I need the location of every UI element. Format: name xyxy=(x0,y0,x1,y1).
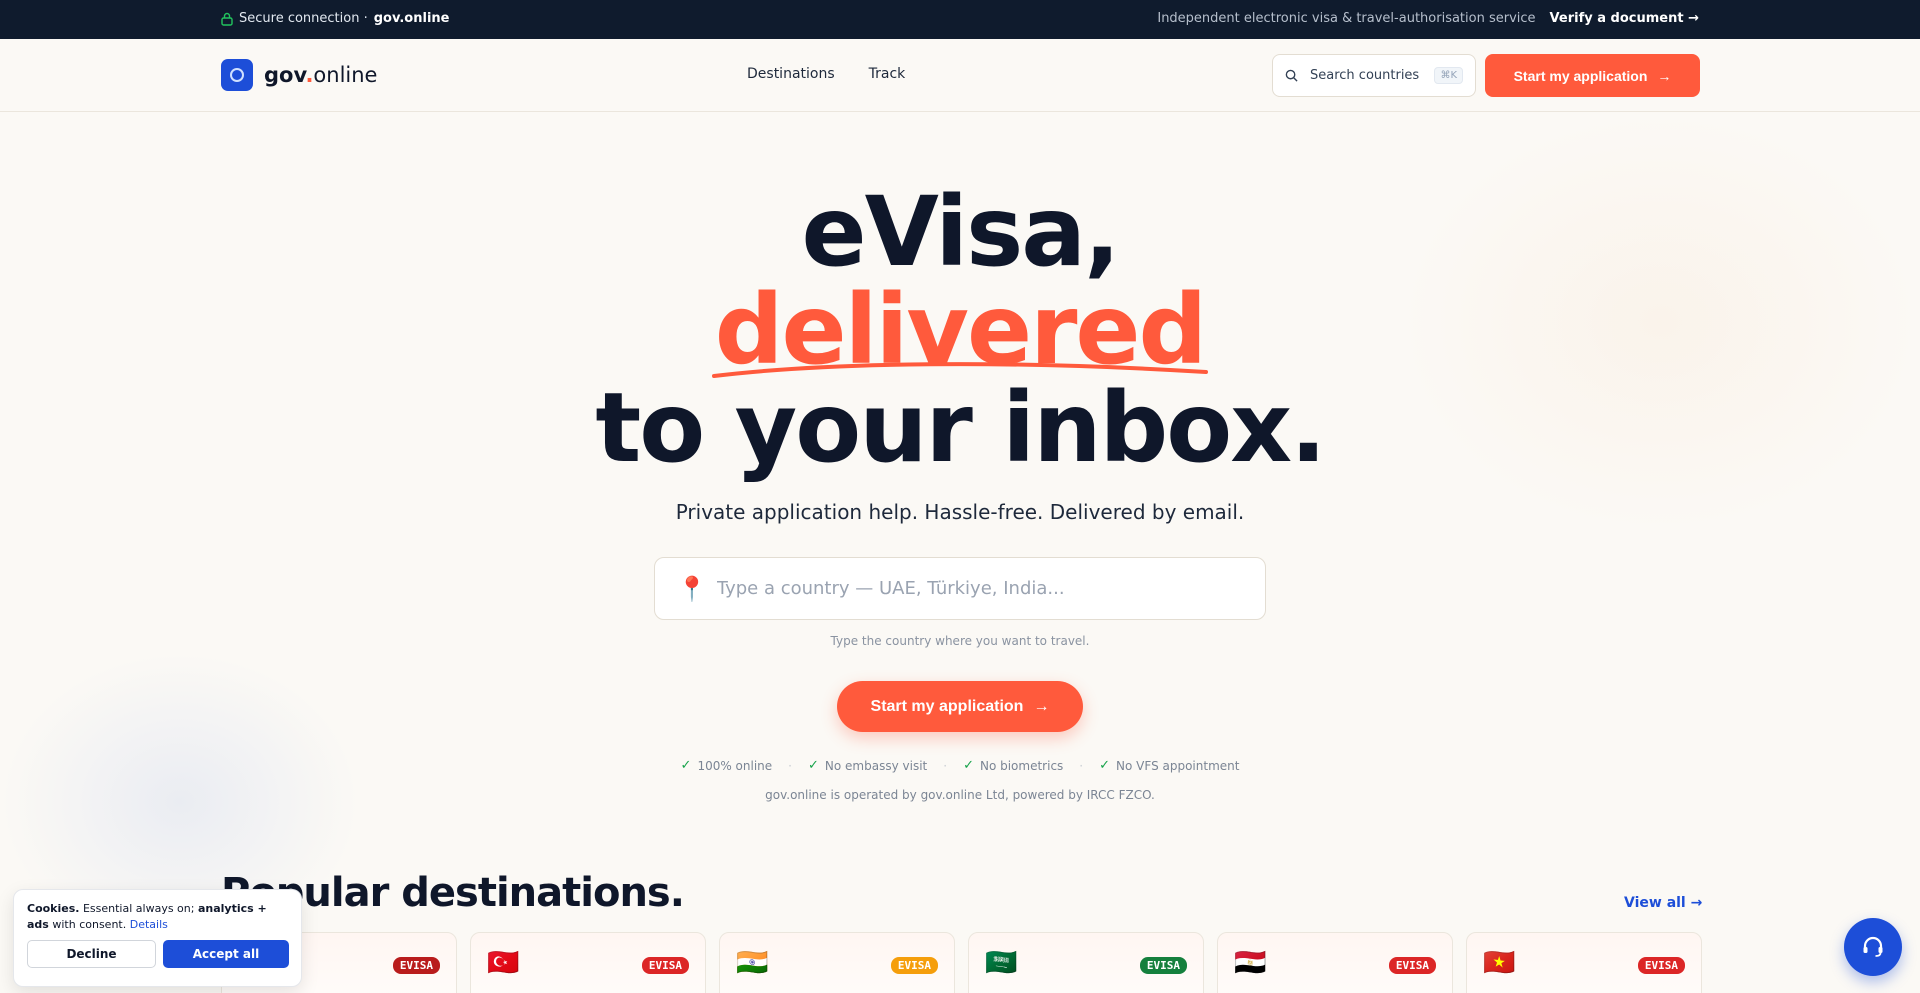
search-countries-button[interactable]: Search countries ⌘K xyxy=(1272,54,1476,97)
check-icon: ✓ xyxy=(963,758,974,773)
cookie-text: Cookies. Essential always on; analytics … xyxy=(27,902,267,931)
start-application-button-hero[interactable]: Start my application → xyxy=(837,681,1083,732)
arrow-right-icon: → xyxy=(1688,11,1699,26)
hero-headline-line1: eVisa, xyxy=(801,176,1120,288)
flag-icon: 🇪🇬 xyxy=(1234,948,1267,978)
search-label: Search countries xyxy=(1310,68,1420,83)
support-chat-button[interactable] xyxy=(1844,918,1902,976)
check-icon: ✓ xyxy=(680,758,692,773)
flag-icon: 🇮🇳 xyxy=(736,948,769,978)
evisa-badge: EVISA xyxy=(392,957,440,974)
benefit-item: ✓ 100% online xyxy=(680,758,773,773)
logo-mark-icon xyxy=(221,59,253,91)
destination-card[interactable]: 🇮🇳 EVISA xyxy=(719,932,955,993)
logo-wordmark: gov.online xyxy=(264,63,378,87)
headset-icon xyxy=(1863,936,1883,957)
evisa-badge: EVISA xyxy=(890,957,938,974)
cta-label: Start my application xyxy=(870,697,1024,715)
cookie-banner: Cookies. Essential always on; analytics … xyxy=(13,889,302,987)
verify-document-link[interactable]: Verify a document → xyxy=(1550,11,1699,26)
cta-label: Start my application xyxy=(1513,67,1648,84)
accept-cookies-button[interactable]: Accept all xyxy=(163,940,289,968)
hero-headline-line3: to your inbox. xyxy=(595,372,1326,484)
site-header: gov.online Destinations Track Search cou… xyxy=(0,39,1920,112)
verify-label: Verify a document xyxy=(1549,11,1684,26)
destination-cards: EVISA 🇹🇷 EVISA 🇮🇳 EVISA 🇸🇦 EVISA 🇪🇬 EVISA 🇻🇳… xyxy=(221,932,1702,993)
map-pin-icon: 📍 xyxy=(677,574,707,603)
evisa-badge: EVISA xyxy=(1139,957,1187,974)
country-search-box: 📍 xyxy=(654,557,1266,620)
hero-subtitle: Private application help. Hassle-free. D… xyxy=(675,500,1245,524)
search-icon xyxy=(1285,69,1298,82)
destination-card[interactable]: 🇹🇷 EVISA xyxy=(470,932,706,993)
flag-icon: 🇻🇳 xyxy=(1483,948,1516,978)
decline-cookies-button[interactable]: Decline xyxy=(27,940,156,968)
destination-card[interactable]: 🇪🇬 EVISA xyxy=(1217,932,1453,993)
secure-domain: gov.online xyxy=(373,11,450,26)
benefit-item: ✓ No VFS appointment xyxy=(1099,758,1240,773)
top-strip-right: Independent electronic visa & travel-aut… xyxy=(1157,11,1699,26)
cookie-details-link[interactable]: Details xyxy=(130,918,168,931)
arrow-right-icon: → xyxy=(1657,67,1672,84)
flag-icon: 🇸🇦 xyxy=(985,948,1018,978)
operator-note: gov.online is operated by gov.online Ltd… xyxy=(765,788,1155,802)
benefit-item: ✓ No biometrics xyxy=(963,758,1064,773)
main-nav: Destinations Track xyxy=(747,66,905,82)
country-search-input[interactable] xyxy=(716,578,1243,599)
check-icon: ✓ xyxy=(1099,758,1111,773)
destination-card[interactable]: 🇻🇳 EVISA xyxy=(1466,932,1702,993)
nav-track[interactable]: Track xyxy=(869,66,906,82)
logo-link[interactable]: gov.online xyxy=(221,59,377,91)
check-icon: ✓ xyxy=(808,758,819,773)
secure-label: Secure connection · xyxy=(239,11,368,26)
view-all-link[interactable]: View all → xyxy=(1624,895,1702,911)
destination-card[interactable]: 🇸🇦 EVISA xyxy=(968,932,1204,993)
evisa-badge: EVISA xyxy=(1388,957,1436,974)
secure-connection: Secure connection · gov.online xyxy=(221,11,449,26)
service-tagline: Independent electronic visa & travel-aut… xyxy=(1157,11,1536,26)
evisa-badge: EVISA xyxy=(1637,957,1685,974)
benefit-item: ✓ No embassy visit xyxy=(808,758,928,773)
nav-destinations[interactable]: Destinations xyxy=(747,66,835,82)
lock-icon xyxy=(221,12,233,26)
flag-icon: 🇹🇷 xyxy=(487,948,520,978)
search-shortcut: ⌘K xyxy=(1434,67,1463,84)
arrow-right-icon: → xyxy=(1033,697,1050,715)
top-strip: Secure connection · gov.online Independe… xyxy=(0,0,1920,39)
country-hint: Type the country where you want to trave… xyxy=(830,634,1090,648)
start-application-button-header[interactable]: Start my application → xyxy=(1485,54,1700,97)
benefits-list: ✓ 100% online · ✓ No embassy visit · ✓ No b… xyxy=(680,758,1240,773)
hero-section: eVisa, delivered to your inbox. Private … xyxy=(0,112,1920,952)
evisa-badge: EVISA xyxy=(641,957,689,974)
